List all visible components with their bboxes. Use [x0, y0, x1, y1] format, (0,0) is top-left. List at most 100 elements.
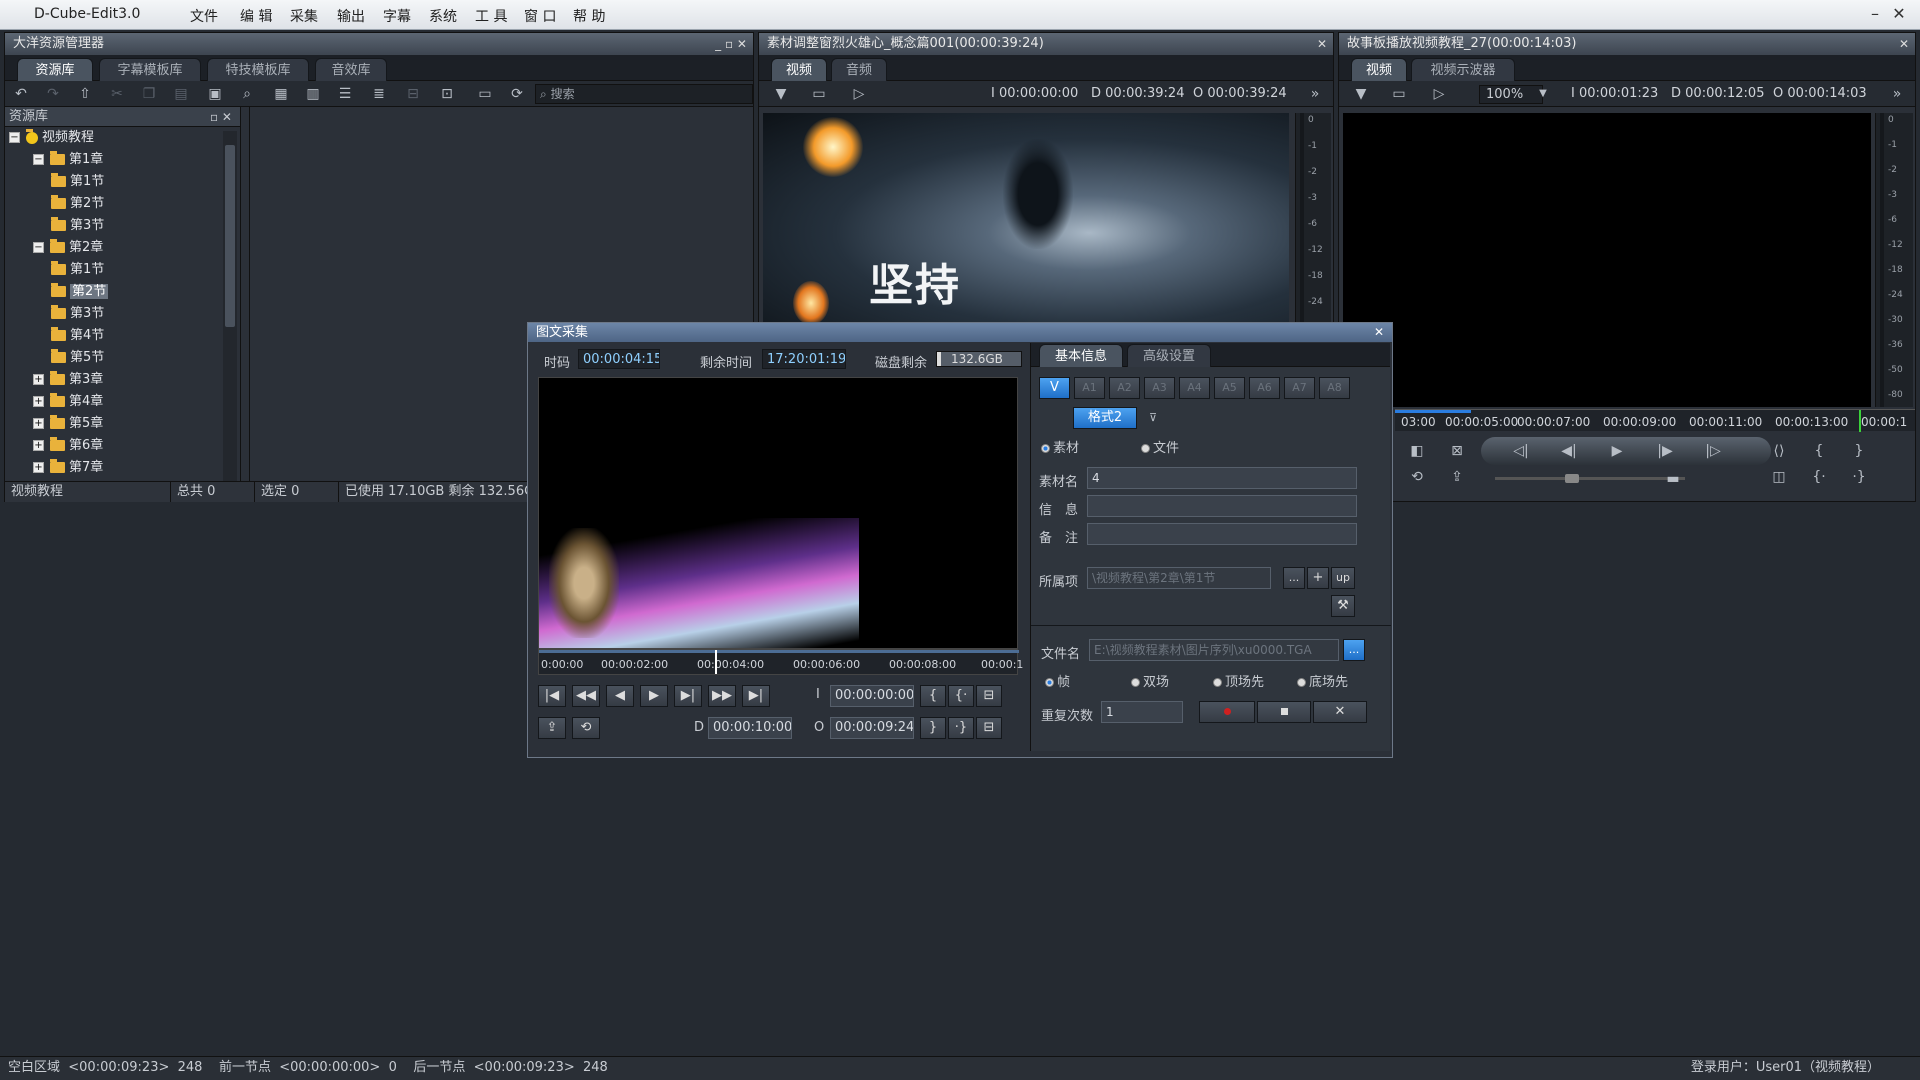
close-icon[interactable]: ✕ [1374, 323, 1384, 342]
menu-edit[interactable]: 编 辑 [240, 6, 272, 26]
note-field[interactable] [1087, 523, 1357, 545]
track-toggle[interactable]: A5 [1214, 377, 1245, 399]
up-level-icon[interactable]: ⇧ [75, 84, 95, 104]
tree-item[interactable]: + 第5章 [33, 414, 103, 434]
source-video-frame[interactable]: 坚持 [763, 113, 1289, 331]
menu-tools[interactable]: 工 具 [475, 6, 507, 26]
tree-item[interactable]: − 第2章 [33, 238, 103, 258]
track-toggle[interactable]: A8 [1319, 377, 1350, 399]
undo-icon[interactable]: ↶ [11, 84, 31, 104]
more-icon[interactable]: » [1887, 84, 1907, 104]
export-icon[interactable]: ⇪ [538, 717, 566, 739]
track-toggle[interactable]: A6 [1249, 377, 1280, 399]
tree-item[interactable]: + 第4章 [33, 392, 103, 412]
go-end-icon[interactable]: ▶| [742, 685, 770, 707]
out-timecode-field[interactable]: 00:00:09:24 [830, 717, 914, 739]
goto-out-icon[interactable]: ·} [948, 717, 974, 739]
tab-video-scope[interactable]: 视频示波器 [1411, 58, 1515, 81]
collapse-icon[interactable]: − [33, 242, 44, 253]
search-input[interactable]: ⌕ 搜索 [535, 84, 753, 104]
track-toggle[interactable]: A1 [1074, 377, 1105, 399]
settings-tool-icon[interactable]: ⚒ [1331, 595, 1355, 617]
capture-preview[interactable] [538, 377, 1018, 649]
shuttle-slider[interactable] [1495, 474, 1685, 483]
menu-help[interactable]: 帮 助 [573, 6, 605, 26]
playhead[interactable] [715, 650, 717, 674]
clip-icon[interactable]: ◫ [1769, 467, 1789, 487]
step-forward-icon[interactable]: |▶ [1655, 441, 1675, 461]
expand-icon[interactable]: + [33, 374, 44, 385]
expand-icon[interactable]: + [33, 440, 44, 451]
track-toggle[interactable]: A7 [1284, 377, 1315, 399]
tree-header-buttons[interactable]: ▫ ✕ [210, 107, 232, 127]
belong-field[interactable]: \视频教程\第2章\第1节 [1087, 567, 1271, 589]
play-icon[interactable]: ▶ [1607, 441, 1627, 461]
dropdown-icon[interactable]: ▼ [1351, 84, 1371, 104]
step-back-icon[interactable]: ◀| [1559, 441, 1579, 461]
preview-icon[interactable]: ⊡ [437, 84, 457, 104]
tab-video[interactable]: 视频 [771, 58, 827, 81]
redo-icon[interactable]: ↷ [43, 84, 63, 104]
tree-item[interactable]: 第3节 [51, 216, 104, 236]
field-frame-option[interactable]: 帧 [1045, 671, 1070, 690]
small-icons-view-icon[interactable]: ▥ [303, 84, 323, 104]
mark-in-bracket-icon[interactable]: { [1809, 441, 1829, 461]
info-field[interactable] [1087, 495, 1357, 517]
name-field[interactable]: 4 [1087, 467, 1357, 489]
tab-video[interactable]: 视频 [1351, 58, 1407, 81]
target-material-option[interactable]: 素材 [1041, 437, 1079, 456]
prev-edit-icon[interactable]: ◁| [1511, 441, 1531, 461]
tree-item[interactable]: 第3节 [51, 304, 104, 324]
storyboard-video-frame[interactable] [1343, 113, 1871, 407]
collapse-icon[interactable]: − [9, 132, 20, 143]
tree-item[interactable]: − 视频教程 [9, 128, 94, 148]
loop-icon[interactable]: ⟲ [572, 717, 600, 739]
panel-window-buttons[interactable]: _ ▫ ✕ [715, 33, 747, 55]
track-toggle[interactable]: A3 [1144, 377, 1175, 399]
more-icon[interactable]: » [1305, 84, 1325, 104]
close-icon[interactable]: ✕ [1317, 33, 1327, 55]
tree-item[interactable]: + 第6章 [33, 436, 103, 456]
display-mode-icon[interactable]: ▭ [1389, 84, 1409, 104]
clear-icon[interactable]: ⊠ [1447, 441, 1467, 461]
goto-in-icon[interactable]: {· [1809, 467, 1829, 487]
tree-item[interactable]: 第2节 [51, 194, 104, 214]
tree-item[interactable]: 第4节 [51, 326, 104, 346]
expand-icon[interactable]: + [33, 462, 44, 473]
refresh-icon[interactable]: ⟳ [507, 84, 527, 104]
storyboard-timeline-ruler[interactable]: 03:00 00:00:05:00 00:00:07:00 00:00:09:0… [1395, 409, 1915, 432]
clear-in-icon[interactable]: ⊟ [976, 685, 1002, 707]
menu-system[interactable]: 系统 [429, 6, 457, 26]
menu-capture[interactable]: 采集 [290, 6, 318, 26]
field-top-first-option[interactable]: 顶场先 [1213, 671, 1264, 690]
clear-out-icon[interactable]: ⊟ [976, 717, 1002, 739]
close-icon[interactable]: ✕ [1899, 33, 1909, 55]
tree-item[interactable]: − 第1章 [33, 150, 103, 170]
track-toggle[interactable]: V [1039, 377, 1070, 399]
record-button[interactable] [1199, 701, 1255, 723]
mark-in-icon[interactable]: ◧ [1407, 441, 1427, 461]
format-dropdown-icon[interactable]: ⊽ [1143, 408, 1163, 428]
format-button[interactable]: 格式2 [1073, 407, 1137, 429]
expand-icon[interactable]: + [33, 418, 44, 429]
loop-icon[interactable]: ⟲ [1407, 467, 1427, 487]
menu-output[interactable]: 输出 [337, 6, 365, 26]
clip-mark-icon[interactable]: ⟨⟩ [1769, 441, 1789, 461]
tree-scrollbar[interactable] [223, 131, 237, 481]
up-button[interactable]: up [1331, 567, 1355, 589]
playhead[interactable] [1859, 410, 1861, 432]
step-forward-icon[interactable]: ▶| [674, 685, 702, 707]
new-folder-icon[interactable]: ▣ [205, 84, 225, 104]
set-in-icon[interactable]: { [920, 685, 946, 707]
target-file-option[interactable]: 文件 [1141, 437, 1179, 456]
filename-field[interactable]: E:\视频教程素材\图片序列\xu0000.TGA [1089, 639, 1339, 661]
large-icons-view-icon[interactable]: ▦ [271, 84, 291, 104]
display-mode-icon[interactable]: ▭ [809, 84, 829, 104]
play-mode-icon[interactable]: ▷ [849, 84, 869, 104]
zoom-dropdown-icon[interactable]: ▼ [1533, 84, 1553, 104]
play-mode-icon[interactable]: ▷ [1429, 84, 1449, 104]
properties-icon[interactable]: ⊟ [403, 84, 423, 104]
capture-timeline[interactable]: 0:00:00 00:00:02:00 00:00:04:00 00:00:06… [538, 649, 1023, 675]
tree-item[interactable]: 第2节 [51, 282, 109, 302]
menu-file[interactable]: 文件 [190, 6, 218, 26]
